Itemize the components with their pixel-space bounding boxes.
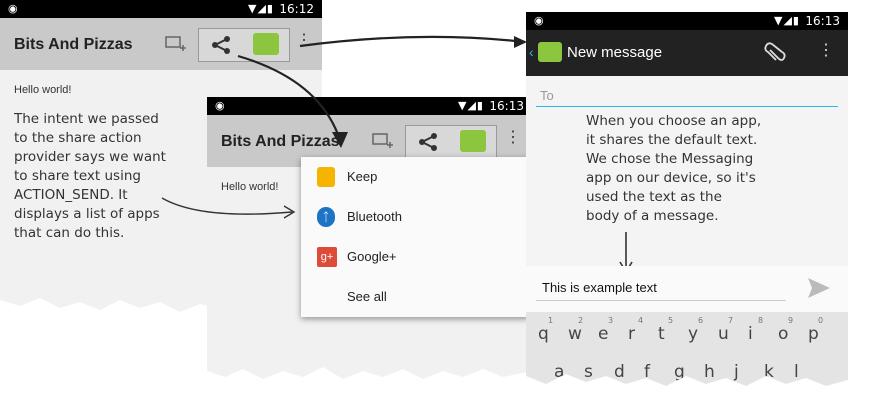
- to-field[interactable]: To: [536, 84, 838, 107]
- android-icon: ◉: [534, 14, 544, 27]
- share-icon[interactable]: [211, 35, 233, 55]
- torn-edge: [207, 367, 532, 387]
- annotation-line: We chose the Messaging: [586, 151, 754, 167]
- status-bar: ◉ ▼◢▮ 16:13: [207, 97, 532, 115]
- google-plus-icon: g+: [317, 247, 337, 267]
- action-bar: Bits And Pizzas ⋮: [0, 18, 322, 70]
- annotation-line: ACTION_SEND. It: [14, 187, 128, 203]
- annotation-text-1: The intent we passed to the share action…: [14, 110, 214, 243]
- keyboard-key[interactable]: q: [538, 324, 549, 344]
- annotation-line: it shares the default text.: [586, 132, 758, 148]
- annotation-text-3: When you choose an app, it shares the de…: [586, 112, 806, 226]
- phone-screen-2: ◉ ▼◢▮ 16:13 Bits And Pizzas ⋮ Hello worl…: [207, 97, 532, 387]
- overflow-menu-icon[interactable]: ⋮: [296, 33, 312, 49]
- annotation-line: that can do this.: [14, 225, 125, 241]
- menu-item-label: Keep: [347, 169, 378, 184]
- menu-item-label: Google+: [347, 249, 397, 264]
- bluetooth-icon: ᛏ: [317, 207, 335, 227]
- menu-item-label: Bluetooth: [347, 209, 402, 224]
- signal-icons: ▼◢▮: [458, 99, 484, 112]
- clock: 16:13: [489, 99, 524, 113]
- annotation-line: displays a list of apps: [14, 206, 160, 222]
- android-icon: ◉: [8, 2, 18, 15]
- key-number-hint: 8: [758, 316, 764, 325]
- to-placeholder: To: [540, 88, 554, 103]
- key-number-hint: 6: [698, 316, 704, 325]
- hello-text: Hello world!: [14, 84, 72, 96]
- annotation-line: to share text using: [14, 168, 141, 184]
- message-text: This is example text: [542, 280, 657, 295]
- app-title: Bits And Pizzas: [221, 133, 340, 150]
- app-title: Bits And Pizzas: [14, 36, 133, 53]
- back-icon[interactable]: ‹: [529, 44, 534, 60]
- key-number-hint: 5: [668, 316, 674, 325]
- annotation-line: The intent we passed: [14, 111, 159, 127]
- keyboard-key[interactable]: i: [748, 324, 753, 344]
- signal-icons: ▼◢▮: [774, 14, 800, 27]
- menu-item-keep[interactable]: Keep: [301, 157, 529, 197]
- status-bar: ◉ ▼◢▮ 16:12: [0, 0, 322, 18]
- key-number-hint: 9: [788, 316, 794, 325]
- keyboard-key[interactable]: u: [718, 324, 729, 344]
- keyboard-key[interactable]: y: [688, 324, 698, 344]
- android-icon: ◉: [215, 99, 225, 112]
- screen-title: New message: [567, 44, 663, 61]
- annotation-line: provider says we want: [14, 149, 166, 165]
- key-number-hint: 4: [638, 316, 644, 325]
- keyboard-key[interactable]: w: [568, 324, 582, 344]
- share-action-provider[interactable]: [198, 28, 290, 62]
- overflow-menu-icon[interactable]: ⋮: [818, 43, 834, 59]
- keyboard-key[interactable]: t: [658, 324, 665, 344]
- keyboard-key[interactable]: p: [808, 324, 819, 344]
- keyboard-key[interactable]: r: [628, 324, 635, 344]
- messaging-icon[interactable]: [253, 33, 279, 55]
- clock: 16:13: [805, 14, 840, 28]
- compose-area: This is example text: [526, 266, 848, 312]
- menu-item-label: See all: [347, 289, 387, 304]
- clock: 16:12: [279, 2, 314, 16]
- menu-item-bluetooth[interactable]: ᛏ Bluetooth: [301, 197, 529, 237]
- keep-icon: [317, 167, 335, 187]
- status-bar: ◉ ▼◢▮ 16:13: [526, 12, 848, 30]
- messaging-icon[interactable]: [460, 130, 486, 152]
- dark-action-bar: ‹ New message ⋮: [526, 30, 848, 76]
- annotation-line: body of a message.: [586, 208, 719, 224]
- torn-edge: [526, 374, 848, 392]
- share-icon[interactable]: [418, 132, 440, 152]
- annotation-line: to the share action: [14, 130, 142, 146]
- share-menu-popup: Keep ᛏ Bluetooth g+ Google+ See all: [301, 157, 529, 317]
- arrow-to-screen3: [299, 35, 526, 48]
- signal-icons: ▼◢▮: [248, 2, 274, 15]
- message-input[interactable]: This is example text: [536, 274, 786, 301]
- share-action-provider[interactable]: [405, 125, 497, 159]
- attach-icon[interactable]: [764, 42, 786, 64]
- annotation-line: used the text as the: [586, 189, 722, 205]
- keyboard-key[interactable]: o: [778, 324, 788, 344]
- annotation-line: app on our device, so it's: [586, 170, 756, 186]
- add-to-queue-icon[interactable]: [164, 34, 188, 54]
- menu-item-google-plus[interactable]: g+ Google+: [301, 237, 529, 277]
- keyboard-key[interactable]: e: [598, 324, 608, 344]
- messaging-icon: [538, 42, 562, 62]
- hello-text: Hello world!: [221, 181, 279, 193]
- annotation-line: When you choose an app,: [586, 113, 762, 129]
- phone-screen-3: ◉ ▼◢▮ 16:13 ‹ New message ⋮ To When you …: [526, 12, 848, 392]
- key-number-hint: 3: [608, 316, 614, 325]
- menu-item-see-all[interactable]: See all: [301, 277, 529, 317]
- send-icon[interactable]: [806, 276, 832, 300]
- add-to-queue-icon[interactable]: [371, 131, 395, 151]
- overflow-menu-icon[interactable]: ⋮: [505, 130, 521, 146]
